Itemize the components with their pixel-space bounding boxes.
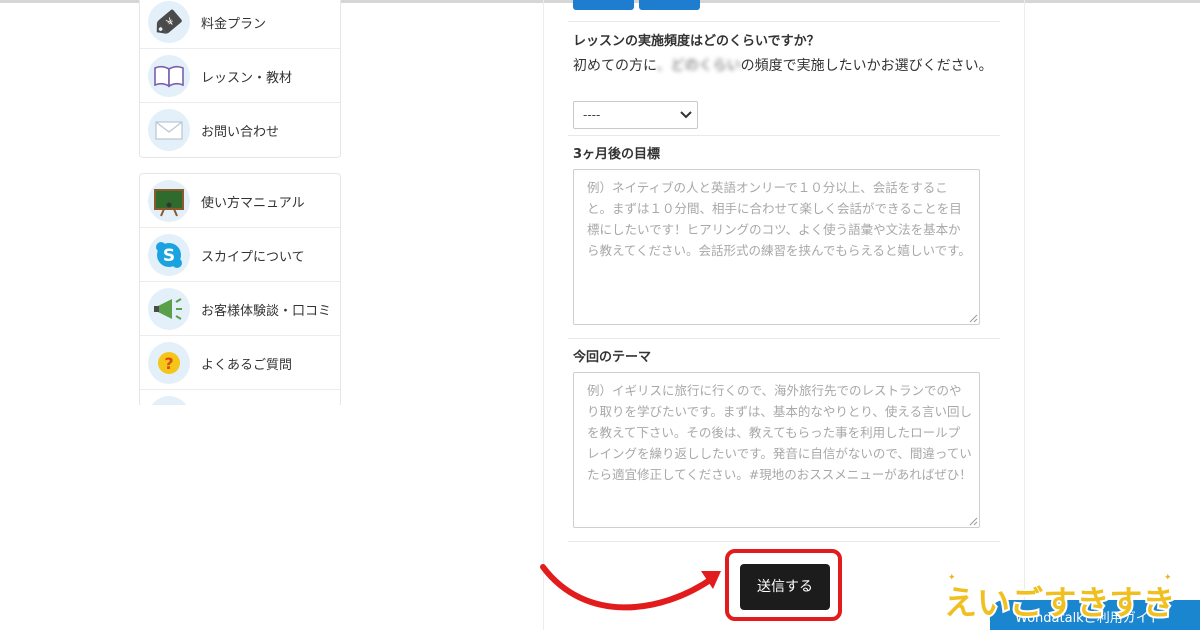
theme-label: 今回のテーマ [573,350,652,365]
sidebar-item-skype[interactable]: S スカイプについて [140,228,340,282]
resize-grip-icon[interactable] [969,314,978,323]
frequency-select[interactable]: ---- [573,101,698,129]
book-icon [148,55,190,97]
form-divider [568,541,1000,542]
form-divider [568,135,1000,136]
sidebar-item-reviews[interactable]: お客様体験談・口コミ [140,282,340,336]
submit-button[interactable]: 送信する [740,564,830,610]
goal-label: 3ヶ月後の目標 [573,147,661,162]
svg-text:✦: ✦ [1164,573,1172,583]
annotation-arrow-icon [540,564,721,611]
sidebar-item-lessons[interactable]: レッスン・教材 [140,49,340,103]
frequency-select-value: ---- [583,108,601,122]
goal-placeholder: 例）ネイティブの人と英語オンリーで１０分以上、会話をすること。まずは１０分間、相… [587,180,971,258]
logo-text: えいごすきすき [944,583,1175,622]
partial-icon [148,396,190,405]
sidebar-item-label: お問い合わせ [201,125,280,140]
chevron-down-icon [680,111,692,119]
sidebar-item-pricing[interactable]: ¥ 料金プラン [140,0,340,49]
sidebar-item-faq[interactable]: ? よくあるご質問 [140,336,340,390]
sidebar-item-label: レッスン・教材 [201,71,293,86]
goal-textarea[interactable]: 例）ネイティブの人と英語オンリーで１０分以上、会話をすること。まずは１０分間、相… [573,169,980,325]
sidebar-menu-group-2: 使い方マニュアル S スカイプについて お客様体験談・口コミ ? よくあるご質問 [139,173,341,405]
sidebar-item-contact[interactable]: お問い合わせ [140,103,340,157]
cutoff-button-left[interactable] [573,0,634,10]
sidebar-item-manual[interactable]: 使い方マニュアル [140,174,340,228]
frequency-help-text: 初めての方に、どのくらいの頻度で実施したいかお選びください。 [573,58,993,74]
question-icon: ? [148,342,190,384]
sidebar-item-label: スカイプについて [201,250,305,265]
sidebar-item-label: 料金プラン [201,17,267,32]
svg-text:✦: ✦ [948,573,956,583]
form-divider [568,338,1000,339]
svg-text:?: ? [164,354,173,373]
skype-icon: S [148,234,190,276]
price-tag-icon: ¥ [148,1,190,43]
theme-textarea[interactable]: 例）イギリスに旅行に行くので、海外旅行先でのレストランでのやり取りを学びたいです… [573,372,980,528]
cutoff-button-right[interactable] [639,0,700,10]
form-right-border [1024,0,1025,630]
theme-placeholder: 例）イギリスに旅行に行くので、海外旅行先でのレストランでのやり取りを学びたいです… [587,383,973,482]
form-left-border [543,0,544,630]
blackboard-icon [148,180,190,222]
megaphone-icon [148,288,190,330]
site-logo: ✦ ✦ えいごすきすき [942,573,1177,624]
sidebar-item-label: よくあるご質問 [201,358,293,373]
sidebar-item-partial [140,390,340,405]
envelope-icon [148,109,190,151]
resize-grip-icon[interactable] [969,517,978,526]
sidebar-item-label: お客様体験談・口コミ [201,304,332,319]
frequency-label: レッスンの実施頻度はどのくらいですか？ [573,34,820,49]
svg-text:S: S [163,246,175,266]
sidebar-menu-group-1: ¥ 料金プラン レッスン・教材 お問い合わせ [139,0,341,158]
form-divider [568,21,1000,22]
sidebar-item-label: 使い方マニュアル [201,196,305,211]
